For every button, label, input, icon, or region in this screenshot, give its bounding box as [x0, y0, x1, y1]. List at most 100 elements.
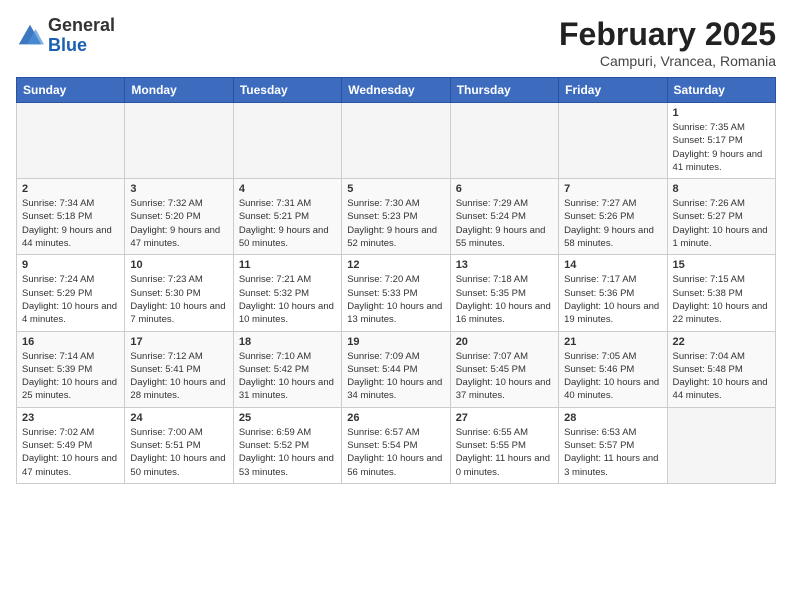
calendar-table: SundayMondayTuesdayWednesdayThursdayFrid…	[16, 77, 776, 484]
page-header: General Blue February 2025 Campuri, Vran…	[16, 16, 776, 69]
calendar-cell-w5d6: 28Sunrise: 6:53 AMSunset: 5:57 PMDayligh…	[559, 407, 667, 483]
day-info: Sunrise: 7:24 AMSunset: 5:29 PMDaylight:…	[22, 273, 119, 326]
calendar-cell-w1d7: 1 Sunrise: 7:35 AMSunset: 5:17 PMDaylight…	[667, 103, 775, 179]
day-info: Sunrise: 7:32 AMSunset: 5:20 PMDaylight:…	[130, 197, 227, 250]
day-info: Sunrise: 7:04 AMSunset: 5:48 PMDaylight:…	[673, 350, 770, 403]
day-info: Sunrise: 7:00 AMSunset: 5:51 PMDaylight:…	[130, 426, 227, 479]
day-info: Sunrise: 7:26 AMSunset: 5:27 PMDaylight:…	[673, 197, 770, 250]
day-number: 14	[564, 259, 661, 271]
weekday-header-monday: Monday	[125, 78, 233, 103]
calendar-cell-w2d6: 7 Sunrise: 7:27 AMSunset: 5:26 PMDaylight…	[559, 179, 667, 255]
day-number: 27	[456, 412, 553, 424]
day-number: 22	[673, 336, 770, 348]
day-number: 8	[673, 183, 770, 195]
calendar-cell-w4d7: 22 Sunrise: 7:04 AMSunset: 5:48 PMDayligh…	[667, 331, 775, 407]
calendar-cell-w2d3: 4 Sunrise: 7:31 AMSunset: 5:21 PMDaylight…	[233, 179, 341, 255]
calendar-cell-w5d5: 27 Sunrise: 6:55 AMSunset: 5:55 PMDayligh…	[450, 407, 558, 483]
day-info: Sunrise: 7:21 AMSunset: 5:32 PMDaylight:…	[239, 273, 336, 326]
logo-text: General Blue	[48, 16, 115, 56]
calendar-cell-w4d6: 21 Sunrise: 7:05 AMSunset: 5:46 PMDayligh…	[559, 331, 667, 407]
calendar-week-row-3: 9 Sunrise: 7:24 AMSunset: 5:29 PMDaylight…	[17, 255, 776, 331]
day-number: 26	[347, 412, 444, 424]
calendar-cell-w1d3	[233, 103, 341, 179]
day-number: 13	[456, 259, 553, 271]
day-info: Sunrise: 7:29 AMSunset: 5:24 PMDaylight:…	[456, 197, 553, 250]
day-number: 25	[239, 412, 336, 424]
calendar-cell-w1d2	[125, 103, 233, 179]
day-number: 2	[22, 183, 119, 195]
day-info: Sunrise: 7:14 AMSunset: 5:39 PMDaylight:…	[22, 350, 119, 403]
calendar-week-row-1: 1 Sunrise: 7:35 AMSunset: 5:17 PMDaylight…	[17, 103, 776, 179]
calendar-cell-w2d5: 6 Sunrise: 7:29 AMSunset: 5:24 PMDaylight…	[450, 179, 558, 255]
calendar-cell-w3d6: 14 Sunrise: 7:17 AMSunset: 5:36 PMDayligh…	[559, 255, 667, 331]
calendar-cell-w3d3: 11 Sunrise: 7:21 AMSunset: 5:32 PMDayligh…	[233, 255, 341, 331]
day-number: 5	[347, 183, 444, 195]
day-info: Sunrise: 7:12 AMSunset: 5:41 PMDaylight:…	[130, 350, 227, 403]
day-number: 23	[22, 412, 119, 424]
calendar-cell-w5d2: 24 Sunrise: 7:00 AMSunset: 5:51 PMDayligh…	[125, 407, 233, 483]
day-info: Sunrise: 6:55 AMSunset: 5:55 PMDaylight:…	[456, 426, 553, 479]
day-number: 18	[239, 336, 336, 348]
calendar-cell-w1d1	[17, 103, 125, 179]
calendar-cell-w2d2: 3Sunrise: 7:32 AMSunset: 5:20 PMDaylight…	[125, 179, 233, 255]
calendar-cell-w4d3: 18Sunrise: 7:10 AMSunset: 5:42 PMDayligh…	[233, 331, 341, 407]
day-info: Sunrise: 7:05 AMSunset: 5:46 PMDaylight:…	[564, 350, 661, 403]
day-info: Sunrise: 7:35 AMSunset: 5:17 PMDaylight:…	[673, 121, 770, 174]
title-block: February 2025 Campuri, Vrancea, Romania	[559, 16, 776, 69]
day-info: Sunrise: 7:09 AMSunset: 5:44 PMDaylight:…	[347, 350, 444, 403]
day-number: 21	[564, 336, 661, 348]
logo-icon	[16, 22, 44, 50]
day-number: 9	[22, 259, 119, 271]
calendar-cell-w1d6	[559, 103, 667, 179]
calendar-cell-w5d4: 26 Sunrise: 6:57 AMSunset: 5:54 PMDayligh…	[342, 407, 450, 483]
calendar-cell-w3d5: 13Sunrise: 7:18 AMSunset: 5:35 PMDayligh…	[450, 255, 558, 331]
calendar-cell-w4d5: 20 Sunrise: 7:07 AMSunset: 5:45 PMDayligh…	[450, 331, 558, 407]
calendar-cell-w4d4: 19 Sunrise: 7:09 AMSunset: 5:44 PMDayligh…	[342, 331, 450, 407]
day-number: 1	[673, 107, 770, 119]
calendar-cell-w1d4	[342, 103, 450, 179]
weekday-header-friday: Friday	[559, 78, 667, 103]
weekday-header-tuesday: Tuesday	[233, 78, 341, 103]
calendar-week-row-5: 23 Sunrise: 7:02 AMSunset: 5:49 PMDayligh…	[17, 407, 776, 483]
day-number: 19	[347, 336, 444, 348]
weekday-header-thursday: Thursday	[450, 78, 558, 103]
calendar-cell-w2d4: 5 Sunrise: 7:30 AMSunset: 5:23 PMDaylight…	[342, 179, 450, 255]
day-number: 24	[130, 412, 227, 424]
day-number: 20	[456, 336, 553, 348]
logo-general: General	[48, 15, 115, 35]
day-info: Sunrise: 6:59 AMSunset: 5:52 PMDaylight:…	[239, 426, 336, 479]
day-number: 4	[239, 183, 336, 195]
calendar-cell-w2d1: 2 Sunrise: 7:34 AMSunset: 5:18 PMDaylight…	[17, 179, 125, 255]
day-info: Sunrise: 7:20 AMSunset: 5:33 PMDaylight:…	[347, 273, 444, 326]
calendar-cell-w4d1: 16Sunrise: 7:14 AMSunset: 5:39 PMDayligh…	[17, 331, 125, 407]
day-info: Sunrise: 7:17 AMSunset: 5:36 PMDaylight:…	[564, 273, 661, 326]
calendar-week-row-4: 16Sunrise: 7:14 AMSunset: 5:39 PMDayligh…	[17, 331, 776, 407]
day-info: Sunrise: 7:34 AMSunset: 5:18 PMDaylight:…	[22, 197, 119, 250]
day-number: 15	[673, 259, 770, 271]
weekday-header-wednesday: Wednesday	[342, 78, 450, 103]
day-info: Sunrise: 7:15 AMSunset: 5:38 PMDaylight:…	[673, 273, 770, 326]
calendar-cell-w5d3: 25 Sunrise: 6:59 AMSunset: 5:52 PMDayligh…	[233, 407, 341, 483]
day-info: Sunrise: 7:07 AMSunset: 5:45 PMDaylight:…	[456, 350, 553, 403]
day-number: 11	[239, 259, 336, 271]
day-info: Sunrise: 7:31 AMSunset: 5:21 PMDaylight:…	[239, 197, 336, 250]
weekday-header-saturday: Saturday	[667, 78, 775, 103]
calendar-week-row-2: 2 Sunrise: 7:34 AMSunset: 5:18 PMDaylight…	[17, 179, 776, 255]
day-number: 10	[130, 259, 227, 271]
day-info: Sunrise: 6:57 AMSunset: 5:54 PMDaylight:…	[347, 426, 444, 479]
day-info: Sunrise: 7:30 AMSunset: 5:23 PMDaylight:…	[347, 197, 444, 250]
day-info: Sunrise: 7:27 AMSunset: 5:26 PMDaylight:…	[564, 197, 661, 250]
day-info: Sunrise: 6:53 AMSunset: 5:57 PMDaylight:…	[564, 426, 661, 479]
day-info: Sunrise: 7:23 AMSunset: 5:30 PMDaylight:…	[130, 273, 227, 326]
calendar-cell-w3d4: 12 Sunrise: 7:20 AMSunset: 5:33 PMDayligh…	[342, 255, 450, 331]
day-number: 6	[456, 183, 553, 195]
calendar-cell-w4d2: 17Sunrise: 7:12 AMSunset: 5:41 PMDayligh…	[125, 331, 233, 407]
day-info: Sunrise: 7:02 AMSunset: 5:49 PMDaylight:…	[22, 426, 119, 479]
day-number: 7	[564, 183, 661, 195]
calendar-cell-w5d7	[667, 407, 775, 483]
calendar-cell-w1d5	[450, 103, 558, 179]
logo: General Blue	[16, 16, 115, 56]
logo-blue: Blue	[48, 35, 87, 55]
day-number: 12	[347, 259, 444, 271]
calendar-cell-w5d1: 23 Sunrise: 7:02 AMSunset: 5:49 PMDayligh…	[17, 407, 125, 483]
